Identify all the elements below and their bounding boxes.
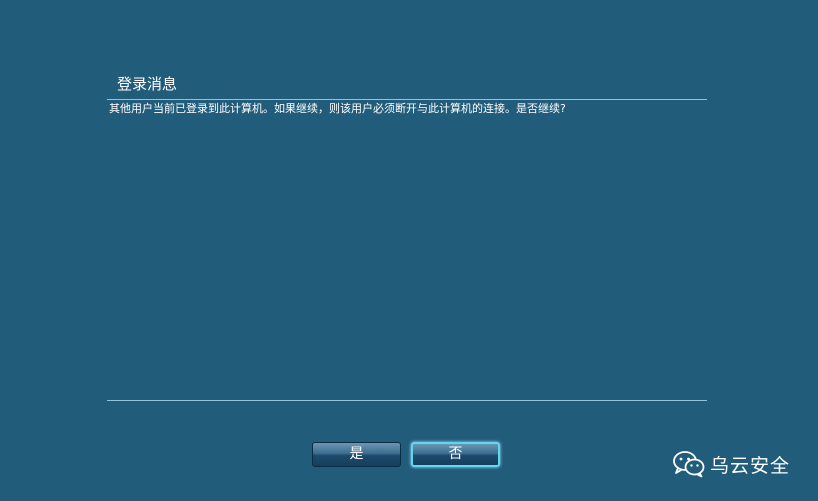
dialog-title: 登录消息: [117, 75, 178, 93]
dialog-message: 其他用户当前已登录到此计算机。如果继续，则该用户必须断开与此计算机的连接。是否继…: [109, 102, 566, 115]
watermark-text: 乌云安全: [710, 454, 791, 477]
title-divider: [107, 99, 707, 100]
watermark: 乌云安全: [673, 449, 790, 479]
no-button[interactable]: 否: [411, 442, 500, 467]
footer-divider: [107, 400, 707, 401]
yes-button[interactable]: 是: [312, 442, 401, 467]
wechat-icon: [673, 451, 705, 478]
